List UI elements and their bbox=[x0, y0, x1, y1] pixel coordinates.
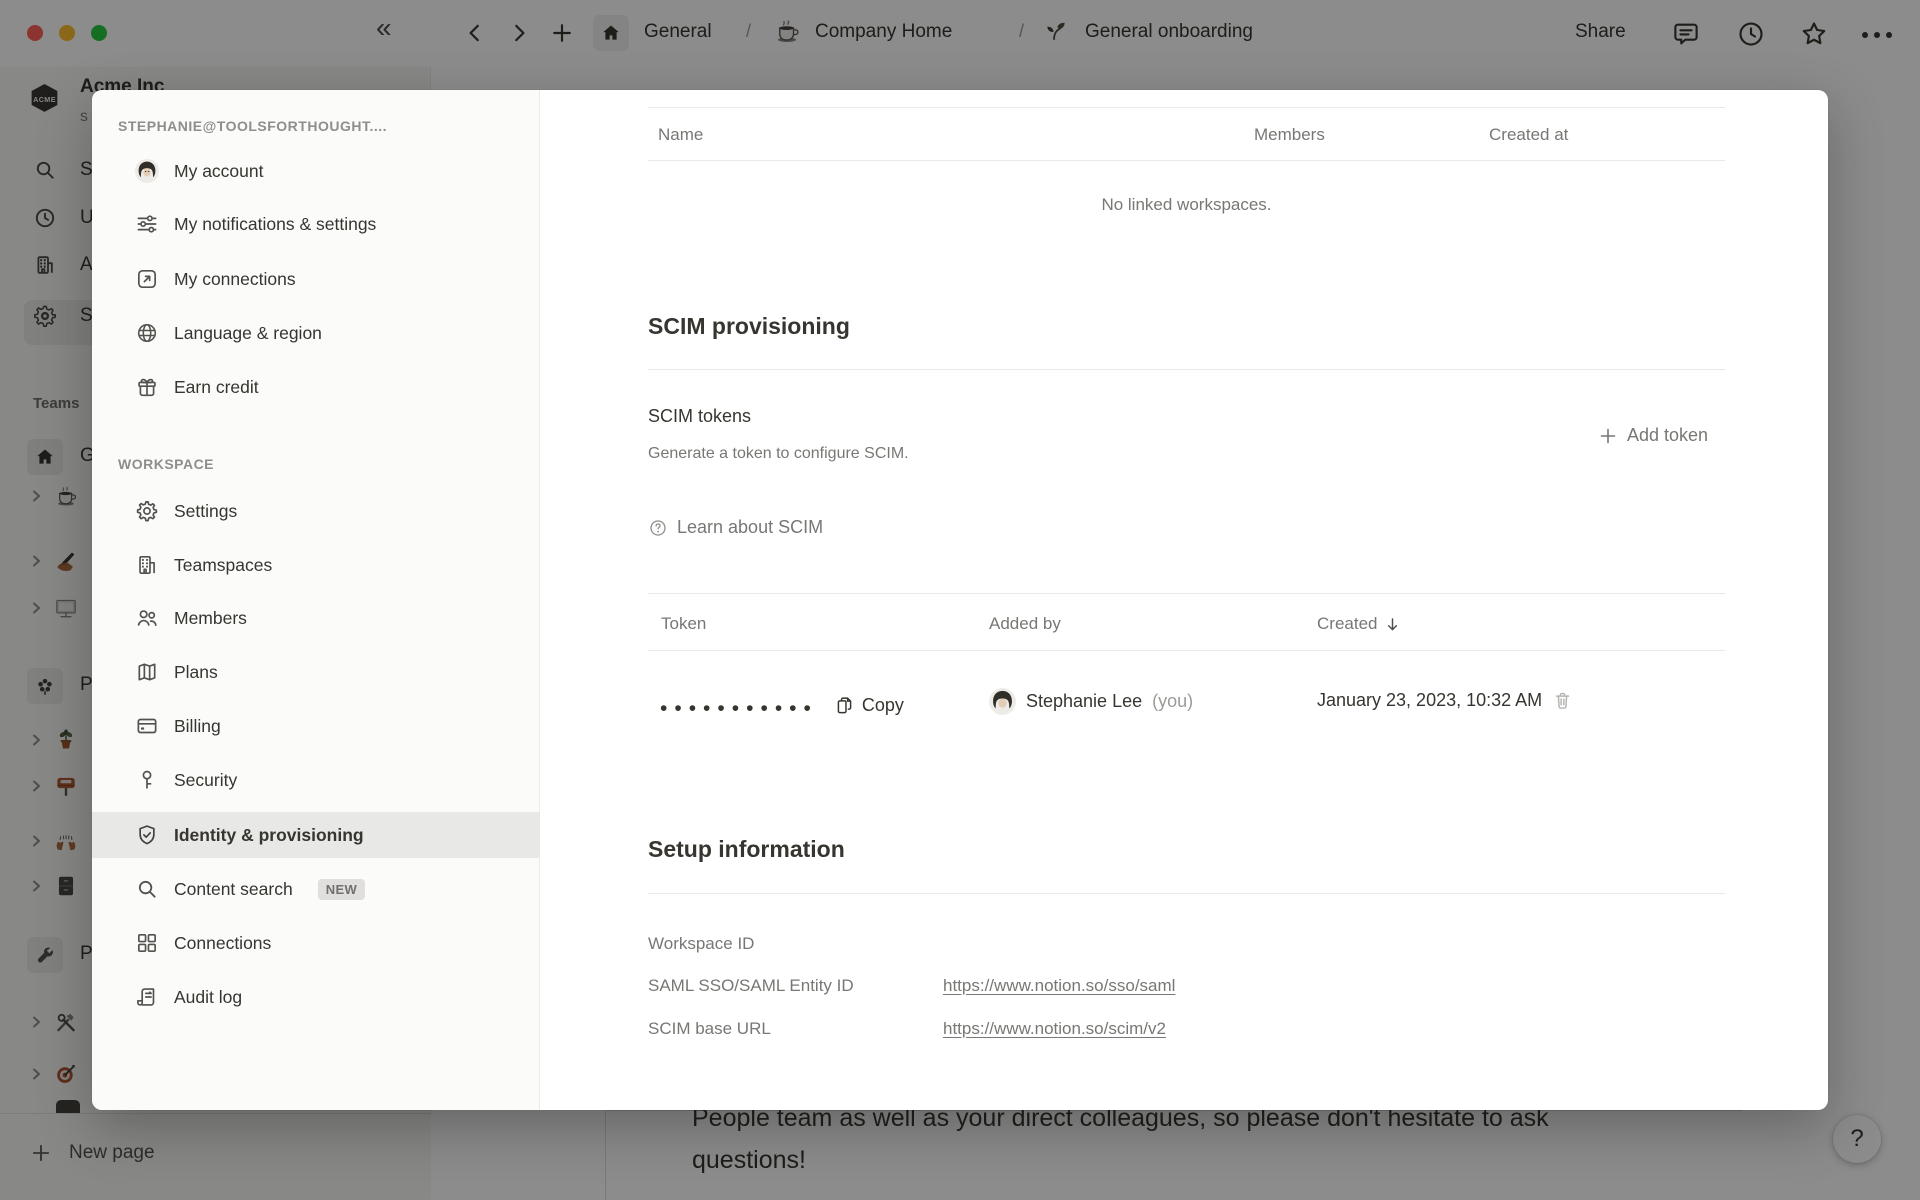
settings-item-plans[interactable]: Plans bbox=[92, 649, 540, 695]
gear-icon bbox=[135, 499, 159, 523]
settings-item-my-connections[interactable]: My connections bbox=[92, 256, 540, 302]
scroll-icon bbox=[135, 985, 159, 1009]
token-mask: ••••••••••• bbox=[660, 692, 818, 719]
sort-desc-icon bbox=[1384, 616, 1401, 633]
key-icon bbox=[135, 768, 159, 792]
settings-item-members[interactable]: Members bbox=[92, 595, 540, 641]
settings-item-my-account[interactable]: My account bbox=[92, 148, 540, 194]
table-border bbox=[648, 160, 1725, 161]
workspace-section-header: WORKSPACE bbox=[118, 456, 214, 472]
token-created-cell: January 23, 2023, 10:32 AM bbox=[1317, 690, 1573, 711]
grid-icon bbox=[135, 931, 159, 955]
settings-item-language-region[interactable]: Language & region bbox=[92, 310, 540, 356]
saml-url-link[interactable]: https://www.notion.so/sso/saml bbox=[943, 976, 1175, 996]
column-header-created-at: Created at bbox=[1489, 125, 1568, 145]
copy-icon bbox=[834, 695, 855, 716]
column-header-token: Token bbox=[661, 614, 706, 634]
settings-item-earn-credit[interactable]: Earn credit bbox=[92, 364, 540, 410]
shield-check-icon bbox=[135, 823, 159, 847]
question-circle-icon bbox=[648, 518, 668, 538]
column-header-members: Members bbox=[1254, 125, 1325, 145]
table-border bbox=[648, 593, 1725, 594]
created-date: January 23, 2023, 10:32 AM bbox=[1317, 690, 1542, 711]
setup-label-saml: SAML SSO/SAML Entity ID bbox=[648, 976, 854, 996]
settings-item-audit-log[interactable]: Audit log bbox=[92, 974, 540, 1020]
people-icon bbox=[135, 606, 159, 630]
added-by-note: (you) bbox=[1152, 691, 1193, 712]
section-title-scim: SCIM provisioning bbox=[648, 313, 850, 340]
scim-tokens-description: Generate a token to configure SCIM. bbox=[648, 445, 909, 463]
settings-item-content-search[interactable]: Content search NEW bbox=[92, 866, 540, 912]
settings-item-billing[interactable]: Billing bbox=[92, 703, 540, 749]
table-border bbox=[648, 650, 1725, 651]
settings-item-security[interactable]: Security bbox=[92, 757, 540, 803]
globe-icon bbox=[135, 321, 159, 345]
copy-token-button[interactable]: Copy bbox=[834, 695, 904, 716]
add-token-button[interactable]: Add token bbox=[1598, 425, 1708, 446]
map-icon bbox=[135, 660, 159, 684]
divider bbox=[648, 369, 1725, 370]
avatar bbox=[989, 688, 1016, 715]
building-icon bbox=[135, 553, 159, 577]
gift-icon bbox=[135, 375, 159, 399]
sliders-icon bbox=[135, 212, 159, 236]
empty-state-text: No linked workspaces. bbox=[648, 195, 1725, 215]
search-icon bbox=[135, 877, 159, 901]
column-header-added-by: Added by bbox=[989, 614, 1061, 634]
divider bbox=[648, 893, 1725, 894]
account-section-header: STEPHANIE@TOOLSFORTHOUGHT.... bbox=[118, 118, 387, 134]
learn-about-scim-link[interactable]: Learn about SCIM bbox=[648, 517, 823, 538]
token-added-by-cell: Stephanie Lee (you) bbox=[989, 688, 1193, 715]
settings-item-teamspaces[interactable]: Teamspaces bbox=[92, 542, 540, 588]
settings-item-settings[interactable]: Settings bbox=[92, 488, 540, 534]
settings-content: Name Members Created at No linked worksp… bbox=[648, 90, 1725, 1110]
settings-modal: STEPHANIE@TOOLSFORTHOUGHT.... My account… bbox=[92, 90, 1828, 1110]
plus-icon bbox=[1598, 426, 1618, 446]
credit-card-icon bbox=[135, 714, 159, 738]
settings-item-connections[interactable]: Connections bbox=[92, 920, 540, 966]
new-badge: NEW bbox=[318, 879, 366, 900]
arrow-square-icon bbox=[135, 267, 159, 291]
trash-icon[interactable] bbox=[1552, 690, 1573, 711]
scim-url-link[interactable]: https://www.notion.so/scim/v2 bbox=[943, 1019, 1166, 1039]
token-row: ••••••••••• Copy bbox=[660, 690, 904, 720]
added-by-name: Stephanie Lee bbox=[1026, 691, 1142, 712]
column-header-name: Name bbox=[658, 125, 703, 145]
scim-tokens-title: SCIM tokens bbox=[648, 406, 751, 427]
settings-sidebar: STEPHANIE@TOOLSFORTHOUGHT.... My account… bbox=[92, 90, 540, 1110]
setup-label-workspace-id: Workspace ID bbox=[648, 934, 754, 954]
avatar bbox=[135, 159, 159, 183]
section-title-setup: Setup information bbox=[648, 836, 845, 863]
notion-window: ACME Acme Inc s S U A S Teams G bbox=[0, 0, 1920, 1200]
settings-item-identity-provisioning[interactable]: Identity & provisioning bbox=[92, 812, 540, 858]
setup-label-scim-base-url: SCIM base URL bbox=[648, 1019, 771, 1039]
column-header-created[interactable]: Created bbox=[1317, 614, 1401, 634]
settings-item-notifications[interactable]: My notifications & settings bbox=[92, 201, 540, 247]
table-border bbox=[648, 107, 1725, 108]
